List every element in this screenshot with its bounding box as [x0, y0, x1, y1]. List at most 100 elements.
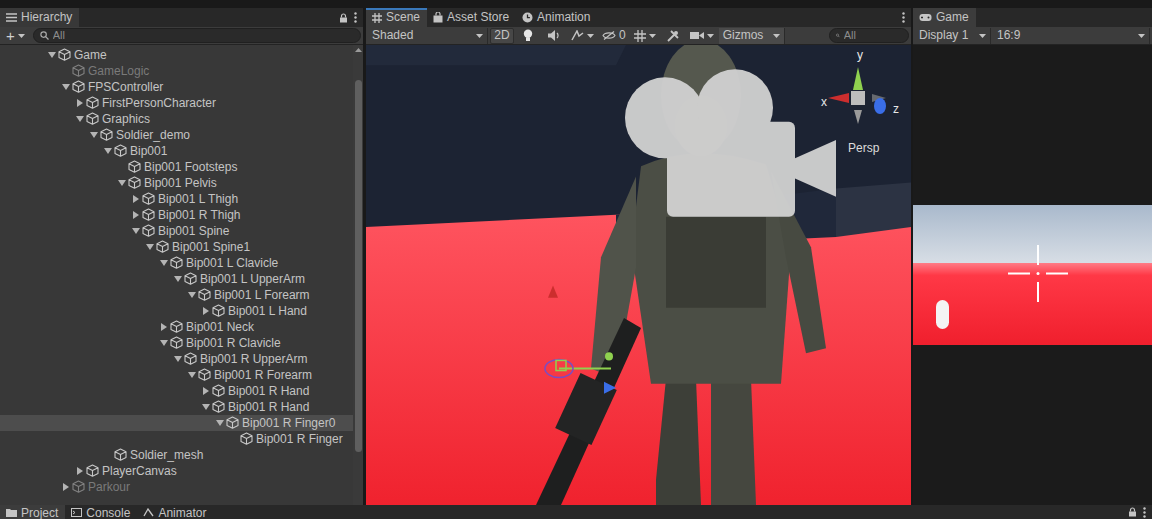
menu-dots-icon[interactable]	[354, 12, 357, 23]
gameobject-cube-icon	[72, 480, 85, 493]
menu-dots-icon[interactable]	[902, 12, 905, 23]
console-tab[interactable]: Console	[65, 505, 137, 519]
expand-toggle[interactable]	[46, 51, 58, 59]
hierarchy-item[interactable]: Bip001 R Hand	[0, 383, 353, 399]
expand-toggle[interactable]	[186, 291, 198, 299]
hierarchy-item[interactable]: Bip001 Spine1	[0, 239, 353, 255]
expand-toggle[interactable]	[158, 259, 170, 267]
expand-toggle[interactable]	[60, 83, 72, 91]
hierarchy-item[interactable]: Bip001 R Finger	[0, 431, 353, 447]
add-button[interactable]: +	[2, 28, 31, 43]
camera-dropdown[interactable]	[687, 28, 717, 44]
expand-toggle[interactable]	[214, 419, 226, 427]
hierarchy-item[interactable]: Bip001	[0, 143, 353, 159]
hierarchy-item[interactable]: Bip001 L Forearm	[0, 287, 353, 303]
expand-arrow-icon	[76, 116, 84, 122]
expand-toggle[interactable]	[200, 403, 212, 411]
hierarchy-item[interactable]: Bip001 R Hand	[0, 399, 353, 415]
hierarchy-item-label: Bip001 Neck	[186, 320, 254, 334]
game-view[interactable]	[913, 45, 1152, 505]
grid-dropdown[interactable]	[631, 28, 659, 44]
hierarchy-item[interactable]: Bip001 Spine	[0, 223, 353, 239]
hierarchy-item[interactable]: Bip001 L UpperArm	[0, 271, 353, 287]
project-tab[interactable]: Project	[0, 505, 65, 519]
expand-toggle[interactable]	[74, 99, 86, 107]
hierarchy-item[interactable]: PlayerCanvas	[0, 463, 353, 479]
animation-tab[interactable]: Animation	[516, 8, 597, 27]
hierarchy-item[interactable]: Game	[0, 47, 353, 63]
expand-toggle[interactable]	[172, 355, 184, 363]
expand-toggle[interactable]	[144, 243, 156, 251]
expand-toggle[interactable]	[158, 339, 170, 347]
hierarchy-item[interactable]: Bip001 L Hand	[0, 303, 353, 319]
expand-toggle[interactable]	[116, 179, 128, 187]
tools-button[interactable]	[661, 28, 685, 44]
camera-icon	[690, 31, 704, 40]
expand-toggle[interactable]	[200, 307, 212, 315]
hierarchy-tab[interactable]: Hierarchy	[0, 8, 79, 27]
dropdown-caret-icon	[707, 34, 714, 38]
hierarchy-item[interactable]: Bip001 R UpperArm	[0, 351, 353, 367]
hierarchy-item-body: Bip001 R Thigh	[142, 208, 241, 222]
hierarchy-item[interactable]: Bip001 L Thigh	[0, 191, 353, 207]
lock-icon[interactable]	[1128, 507, 1137, 517]
expand-toggle[interactable]	[88, 131, 100, 139]
scene-search-input[interactable]	[844, 29, 902, 42]
hierarchy-item[interactable]: FirstPersonCharacter	[0, 95, 353, 111]
lock-icon[interactable]	[339, 13, 348, 23]
hierarchy-search[interactable]	[33, 28, 361, 43]
orientation-gizmo[interactable]	[814, 53, 904, 143]
2d-toggle[interactable]: 2D	[490, 28, 514, 44]
animator-tab[interactable]: Animator	[137, 505, 213, 519]
y-axis-cone[interactable]	[853, 67, 863, 90]
scene-tab[interactable]: Scene	[366, 8, 427, 27]
scrollbar-thumb[interactable]	[355, 80, 362, 452]
hierarchy-item[interactable]: Bip001 R Thigh	[0, 207, 353, 223]
display-dropdown[interactable]: Display 1	[915, 28, 991, 44]
x-axis-cone[interactable]	[828, 93, 849, 103]
expand-toggle[interactable]	[130, 227, 142, 235]
audio-toggle[interactable]	[542, 28, 566, 44]
hierarchy-item[interactable]: Graphics	[0, 111, 353, 127]
menu-dots-icon[interactable]	[1143, 507, 1146, 518]
gizmos-dropdown[interactable]: Gizmos	[719, 28, 785, 44]
hierarchy-item[interactable]: Bip001 R Finger0	[0, 415, 353, 431]
scroll-up-icon[interactable]	[355, 48, 362, 52]
hierarchy-item[interactable]: Bip001 Pelvis	[0, 175, 353, 191]
hierarchy-item[interactable]: Bip001 R Clavicle	[0, 335, 353, 351]
expand-toggle[interactable]	[74, 115, 86, 123]
scene-view[interactable]: y x z Persp	[366, 45, 911, 505]
hierarchy-item[interactable]: GameLogic	[0, 63, 353, 79]
hierarchy-item[interactable]: Bip001 Neck	[0, 319, 353, 335]
hierarchy-item[interactable]: Soldier_mesh	[0, 447, 353, 463]
expand-toggle[interactable]	[186, 371, 198, 379]
expand-toggle[interactable]	[130, 195, 142, 203]
shading-dropdown[interactable]: Shaded	[368, 28, 488, 44]
hierarchy-item[interactable]: Soldier_demo	[0, 127, 353, 143]
hierarchy-item[interactable]: Bip001 L Clavicle	[0, 255, 353, 271]
expand-toggle[interactable]	[74, 467, 86, 475]
hierarchy-item[interactable]: FPSController	[0, 79, 353, 95]
hierarchy-item[interactable]: Parkour	[0, 479, 353, 495]
asset-store-tab[interactable]: Asset Store	[427, 8, 516, 27]
hierarchy-item-body: FirstPersonCharacter	[86, 96, 216, 110]
expand-toggle[interactable]	[60, 483, 72, 491]
hierarchy-item[interactable]: Bip001 Footsteps	[0, 159, 353, 175]
hierarchy-search-input[interactable]	[53, 29, 354, 42]
scene-search[interactable]	[829, 28, 909, 43]
aspect-dropdown[interactable]: 16:9	[993, 28, 1150, 44]
hierarchy-item-body: GameLogic	[72, 64, 149, 78]
expand-toggle[interactable]	[130, 211, 142, 219]
expand-toggle[interactable]	[102, 147, 114, 155]
scrollbar[interactable]	[353, 45, 363, 505]
z-axis-cone[interactable]	[874, 98, 886, 114]
lighting-toggle[interactable]	[516, 28, 540, 44]
expand-toggle[interactable]	[172, 275, 184, 283]
game-tab[interactable]: Game	[913, 8, 976, 27]
expand-toggle[interactable]	[158, 323, 170, 331]
projection-label[interactable]: Persp	[848, 141, 879, 155]
effects-dropdown[interactable]	[568, 28, 597, 44]
expand-toggle[interactable]	[200, 387, 212, 395]
hierarchy-item[interactable]: Bip001 R Forearm	[0, 367, 353, 383]
hidden-objects-toggle[interactable]: 0	[599, 28, 629, 44]
